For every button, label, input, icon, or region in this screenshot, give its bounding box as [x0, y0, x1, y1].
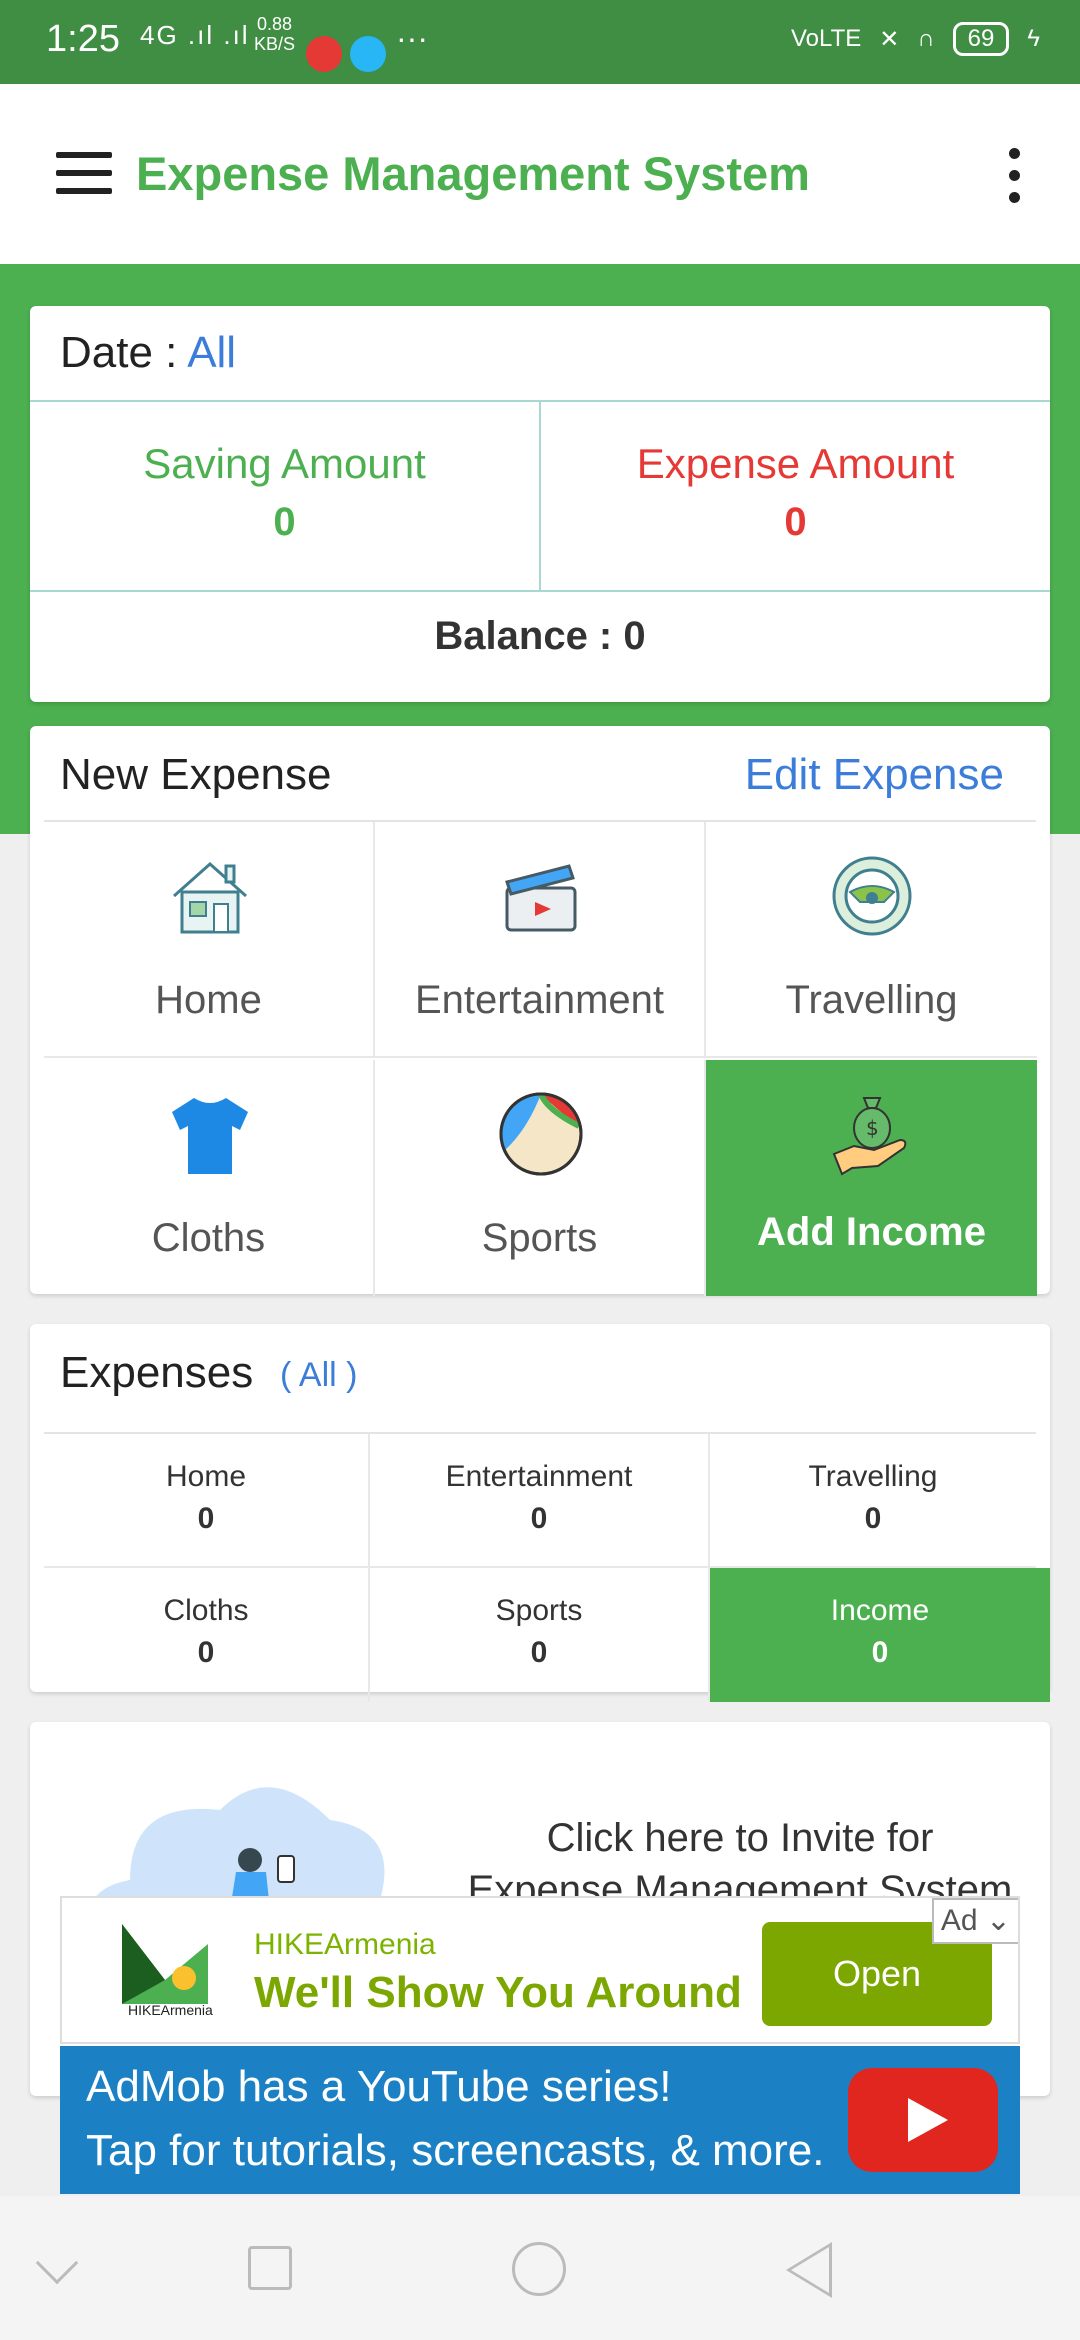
- expense-cell-travelling[interactable]: Travelling 0: [710, 1434, 1036, 1568]
- signal-icon: 4G .ıl .ıl: [140, 20, 250, 50]
- category-entertainment[interactable]: Entertainment: [375, 822, 706, 1058]
- svg-text:$: $: [866, 1116, 879, 1140]
- date-label: Date :: [60, 328, 188, 377]
- home-icon: [173, 861, 247, 934]
- divider: [30, 590, 1050, 592]
- invite-line1: Click here to Invite for: [546, 1816, 934, 1860]
- category-label: Home: [155, 978, 262, 1022]
- ad-logo-text: HIKEArmenia: [128, 2002, 213, 2018]
- admob-youtube-banner[interactable]: AdMob has a YouTube series! Tap for tuto…: [60, 2046, 1020, 2194]
- beach-ball-icon: [499, 1092, 583, 1176]
- expense-amount: Expense Amount 0: [541, 440, 1050, 545]
- expense-cell-label: Entertainment: [445, 1460, 633, 1493]
- saving-label: Saving Amount: [143, 440, 426, 487]
- hide-nav-icon[interactable]: [35, 2241, 79, 2285]
- expense-cell-value: 0: [530, 1636, 548, 1669]
- date-value[interactable]: All: [187, 328, 236, 377]
- clapperboard-icon: [505, 864, 577, 932]
- network-speed: 0.88 KB/S: [254, 14, 296, 54]
- category-label: Sports: [481, 1216, 598, 1260]
- status-time: 1:25: [46, 18, 120, 60]
- expense-cell-income[interactable]: Income 0: [710, 1568, 1050, 1702]
- expenses-card: Expenses ( All ) Home 0 Entertainment 0 …: [30, 1324, 1050, 1702]
- expenses-filter[interactable]: ( All ): [280, 1356, 357, 1395]
- category-label: Cloths: [151, 1216, 266, 1260]
- category-grid: Home Entertainment Travelling Cloths Spo…: [44, 820, 1037, 1296]
- saving-amount: Saving Amount 0: [30, 440, 539, 545]
- category-label: Entertainment: [414, 978, 665, 1022]
- category-cloths[interactable]: Cloths: [44, 1060, 375, 1296]
- expenses-grid: Home 0 Entertainment 0 Travelling 0 Clot…: [44, 1432, 1050, 1702]
- ad-brand: HIKEArmenia: [254, 1928, 436, 1961]
- expense-cell-sports[interactable]: Sports 0: [370, 1568, 710, 1702]
- expense-cell-entertainment[interactable]: Entertainment 0: [370, 1434, 710, 1568]
- charging-icon: ϟ: [1027, 25, 1040, 52]
- expense-cell-cloths[interactable]: Cloths 0: [44, 1568, 370, 1702]
- app-bar: Expense Management System: [0, 84, 1080, 264]
- saving-value: 0: [273, 500, 296, 544]
- banner-line2: Tap for tutorials, screencasts, & more.: [86, 2126, 825, 2175]
- expense-cell-label: Sports: [495, 1594, 583, 1627]
- steering-wheel-icon: [832, 856, 912, 936]
- youtube-notification-icon: [306, 36, 342, 72]
- recents-button[interactable]: [248, 2246, 292, 2290]
- expense-cell-value: 0: [197, 1502, 215, 1535]
- category-label: Travelling: [785, 978, 958, 1022]
- expense-cell-value: 0: [871, 1636, 889, 1669]
- expense-label: Expense Amount: [636, 440, 955, 487]
- youtube-play-icon[interactable]: [848, 2068, 998, 2172]
- tshirt-icon: [172, 1098, 248, 1174]
- app-title: Expense Management System: [136, 147, 810, 200]
- system-nav-bar: [0, 2196, 1080, 2340]
- category-travelling[interactable]: Travelling: [706, 822, 1037, 1058]
- status-bar: 1:25 4G .ıl .ıl 0.88 KB/S ··· VoLTE ✕ ∩ …: [0, 0, 1080, 84]
- expense-cell-label: Home: [165, 1460, 247, 1493]
- expense-cell-value: 0: [197, 1636, 215, 1669]
- new-expense-title: New Expense: [60, 750, 332, 799]
- back-button[interactable]: [786, 2242, 832, 2298]
- edit-expense-link[interactable]: Edit Expense: [745, 750, 1004, 800]
- expense-cell-label: Cloths: [163, 1594, 249, 1627]
- vibrate-icon: ✕: [879, 25, 900, 53]
- category-home[interactable]: Home: [44, 822, 375, 1058]
- date-filter[interactable]: Date : All: [60, 328, 236, 378]
- headphones-icon: ∩: [917, 25, 935, 52]
- expense-cell-home[interactable]: Home 0: [44, 1434, 370, 1568]
- status-right: VoLTE ✕ ∩ 69 ϟ: [791, 22, 1040, 56]
- new-expense-card: New Expense Edit Expense Home Entertainm…: [30, 726, 1050, 1296]
- expenses-title: Expenses: [60, 1348, 254, 1397]
- home-button[interactable]: [512, 2242, 566, 2296]
- expense-cell-label: Travelling: [808, 1460, 938, 1493]
- money-bag-hand-icon: $: [832, 1097, 907, 1176]
- overflow-menu-icon[interactable]: [1004, 148, 1024, 204]
- expense-cell-value: 0: [864, 1502, 882, 1535]
- ad-banner[interactable]: HIKEArmenia HIKEArmenia We'll Show You A…: [60, 1896, 1020, 2044]
- ad-choices-tag[interactable]: Ad ⌄: [932, 1898, 1018, 1944]
- ad-headline: We'll Show You Around: [254, 1968, 742, 2017]
- expense-value: 0: [784, 500, 807, 544]
- expense-cell-value: 0: [530, 1502, 548, 1535]
- category-label: Add Income: [757, 1210, 986, 1254]
- category-sports[interactable]: Sports: [375, 1060, 706, 1296]
- hamburger-menu-icon[interactable]: [56, 152, 112, 194]
- summary-card: Date : All Saving Amount 0 Expense Amoun…: [30, 306, 1050, 702]
- banner-line1: AdMob has a YouTube series!: [86, 2062, 672, 2111]
- add-income-button[interactable]: $ Add Income: [706, 1060, 1037, 1296]
- expense-cell-label: Income: [830, 1594, 930, 1627]
- more-notifications-icon: ···: [396, 20, 428, 56]
- volte-icon: VoLTE: [790, 25, 862, 52]
- message-notification-icon: [350, 36, 386, 72]
- balance: Balance : 0: [434, 614, 646, 658]
- battery-icon: 69: [952, 22, 1010, 56]
